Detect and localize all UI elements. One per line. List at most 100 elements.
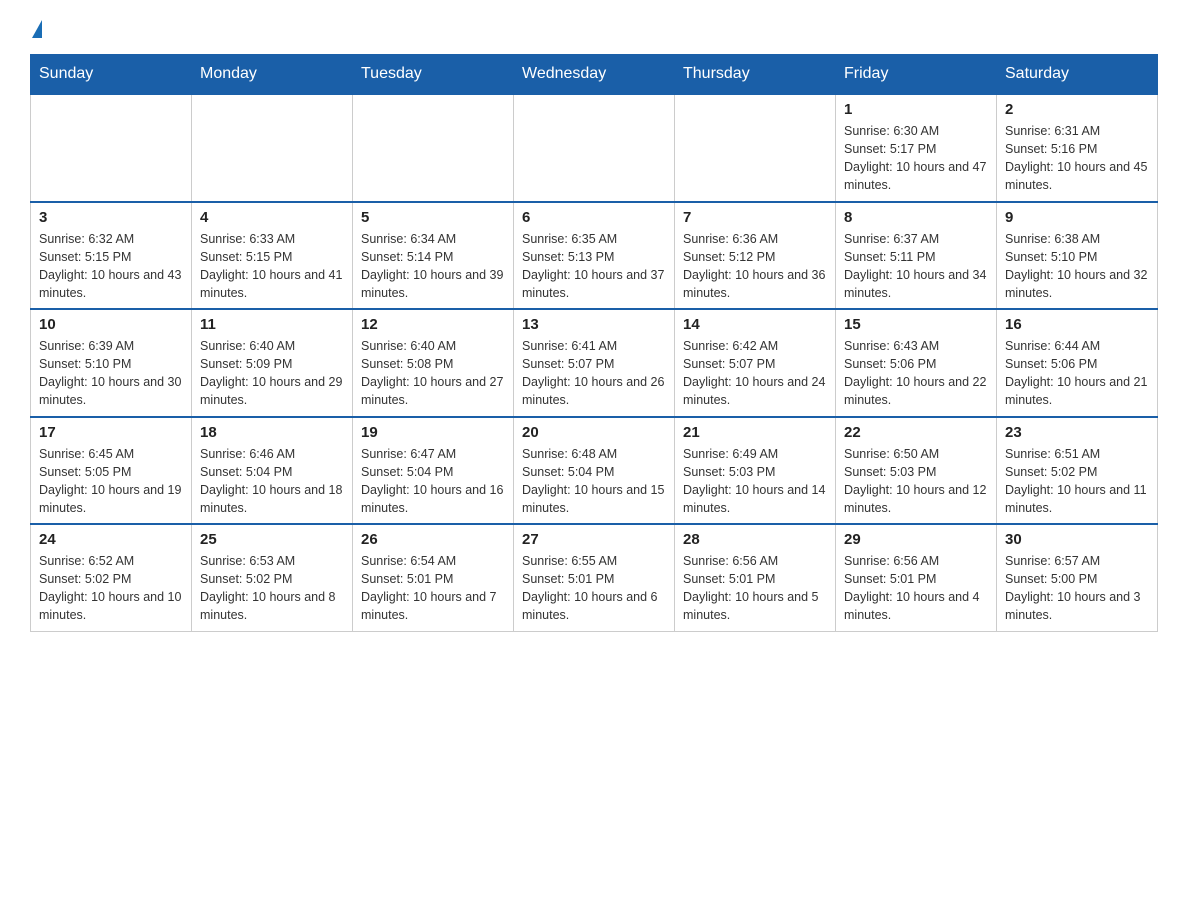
- calendar-cell: 12Sunrise: 6:40 AM Sunset: 5:08 PM Dayli…: [353, 309, 514, 417]
- day-info: Sunrise: 6:42 AM Sunset: 5:07 PM Dayligh…: [683, 337, 827, 410]
- day-info: Sunrise: 6:55 AM Sunset: 5:01 PM Dayligh…: [522, 552, 666, 625]
- calendar-cell: 2 Sunrise: 6:31 AM Sunset: 5:16 PM Daylig…: [997, 94, 1158, 202]
- day-info: Sunrise: 6:57 AM Sunset: 5:00 PM Dayligh…: [1005, 552, 1149, 625]
- day-number: 13: [522, 316, 666, 333]
- day-number: 18: [200, 424, 344, 441]
- day-info: Sunrise: 6:56 AM Sunset: 5:01 PM Dayligh…: [683, 552, 827, 625]
- day-info: Sunrise: 6:47 AM Sunset: 5:04 PM Dayligh…: [361, 445, 505, 518]
- day-info: Sunrise: 6:54 AM Sunset: 5:01 PM Dayligh…: [361, 552, 505, 625]
- column-header-tuesday: Tuesday: [353, 55, 514, 95]
- calendar-cell: 19 Sunrise: 6:47 AM Sunset: 5:04 PM Dayli…: [353, 417, 514, 525]
- calendar-cell: 16 Sunrise: 6:44 AM Sunset: 5:06 PM Dayli…: [997, 309, 1158, 417]
- day-info: Sunrise: 6:45 AM Sunset: 5:05 PM Dayligh…: [39, 445, 183, 518]
- calendar-cell: 17 Sunrise: 6:45 AM Sunset: 5:05 PM Dayli…: [31, 417, 192, 525]
- calendar-cell: 27 Sunrise: 6:55 AM Sunset: 5:01 PM Dayli…: [514, 524, 675, 631]
- day-number: 29: [844, 531, 988, 548]
- column-header-thursday: Thursday: [675, 55, 836, 95]
- day-number: 24: [39, 531, 183, 548]
- day-info: Sunrise: 6:30 AM Sunset: 5:17 PM Dayligh…: [844, 122, 988, 195]
- column-header-wednesday: Wednesday: [514, 55, 675, 95]
- calendar-cell: 22Sunrise: 6:50 AM Sunset: 5:03 PM Dayli…: [836, 417, 997, 525]
- day-number: 7: [683, 209, 827, 226]
- day-info: Sunrise: 6:53 AM Sunset: 5:02 PM Dayligh…: [200, 552, 344, 625]
- calendar-cell: [514, 94, 675, 202]
- day-info: Sunrise: 6:38 AM Sunset: 5:10 PM Dayligh…: [1005, 230, 1149, 303]
- column-header-sunday: Sunday: [31, 55, 192, 95]
- day-info: Sunrise: 6:35 AM Sunset: 5:13 PM Dayligh…: [522, 230, 666, 303]
- calendar-cell: 5 Sunrise: 6:34 AM Sunset: 5:14 PM Daylig…: [353, 202, 514, 310]
- day-info: Sunrise: 6:39 AM Sunset: 5:10 PM Dayligh…: [39, 337, 183, 410]
- day-info: Sunrise: 6:33 AM Sunset: 5:15 PM Dayligh…: [200, 230, 344, 303]
- day-info: Sunrise: 6:37 AM Sunset: 5:11 PM Dayligh…: [844, 230, 988, 303]
- day-number: 27: [522, 531, 666, 548]
- day-number: 11: [200, 316, 344, 333]
- day-info: Sunrise: 6:48 AM Sunset: 5:04 PM Dayligh…: [522, 445, 666, 518]
- day-number: 14: [683, 316, 827, 333]
- day-info: Sunrise: 6:51 AM Sunset: 5:02 PM Dayligh…: [1005, 445, 1149, 518]
- calendar-header-row: SundayMondayTuesdayWednesdayThursdayFrid…: [31, 55, 1158, 95]
- calendar-cell: [353, 94, 514, 202]
- day-number: 4: [200, 209, 344, 226]
- day-info: Sunrise: 6:31 AM Sunset: 5:16 PM Dayligh…: [1005, 122, 1149, 195]
- calendar-cell: 15 Sunrise: 6:43 AM Sunset: 5:06 PM Dayli…: [836, 309, 997, 417]
- calendar-cell: 10 Sunrise: 6:39 AM Sunset: 5:10 PM Dayli…: [31, 309, 192, 417]
- day-number: 6: [522, 209, 666, 226]
- day-info: Sunrise: 6:44 AM Sunset: 5:06 PM Dayligh…: [1005, 337, 1149, 410]
- day-number: 23: [1005, 424, 1149, 441]
- day-info: Sunrise: 6:40 AM Sunset: 5:09 PM Dayligh…: [200, 337, 344, 410]
- calendar-cell: 8 Sunrise: 6:37 AM Sunset: 5:11 PM Daylig…: [836, 202, 997, 310]
- calendar-cell: 14 Sunrise: 6:42 AM Sunset: 5:07 PM Dayli…: [675, 309, 836, 417]
- week-row-5: 24 Sunrise: 6:52 AM Sunset: 5:02 PM Dayli…: [31, 524, 1158, 631]
- column-header-friday: Friday: [836, 55, 997, 95]
- day-number: 20: [522, 424, 666, 441]
- calendar-cell: [31, 94, 192, 202]
- calendar-cell: 26Sunrise: 6:54 AM Sunset: 5:01 PM Dayli…: [353, 524, 514, 631]
- calendar-cell: 3Sunrise: 6:32 AM Sunset: 5:15 PM Daylig…: [31, 202, 192, 310]
- day-info: Sunrise: 6:52 AM Sunset: 5:02 PM Dayligh…: [39, 552, 183, 625]
- calendar-cell: 11 Sunrise: 6:40 AM Sunset: 5:09 PM Dayli…: [192, 309, 353, 417]
- day-number: 21: [683, 424, 827, 441]
- day-number: 17: [39, 424, 183, 441]
- day-info: Sunrise: 6:49 AM Sunset: 5:03 PM Dayligh…: [683, 445, 827, 518]
- day-number: 10: [39, 316, 183, 333]
- day-info: Sunrise: 6:46 AM Sunset: 5:04 PM Dayligh…: [200, 445, 344, 518]
- day-number: 12: [361, 316, 505, 333]
- day-info: Sunrise: 6:34 AM Sunset: 5:14 PM Dayligh…: [361, 230, 505, 303]
- calendar-cell: [675, 94, 836, 202]
- day-info: Sunrise: 6:43 AM Sunset: 5:06 PM Dayligh…: [844, 337, 988, 410]
- day-number: 19: [361, 424, 505, 441]
- day-info: Sunrise: 6:56 AM Sunset: 5:01 PM Dayligh…: [844, 552, 988, 625]
- day-info: Sunrise: 6:41 AM Sunset: 5:07 PM Dayligh…: [522, 337, 666, 410]
- day-number: 1: [844, 101, 988, 118]
- calendar-cell: 9 Sunrise: 6:38 AM Sunset: 5:10 PM Daylig…: [997, 202, 1158, 310]
- day-number: 3: [39, 209, 183, 226]
- day-number: 5: [361, 209, 505, 226]
- day-number: 8: [844, 209, 988, 226]
- calendar-cell: 21 Sunrise: 6:49 AM Sunset: 5:03 PM Dayli…: [675, 417, 836, 525]
- calendar-cell: 30Sunrise: 6:57 AM Sunset: 5:00 PM Dayli…: [997, 524, 1158, 631]
- calendar-cell: [192, 94, 353, 202]
- week-row-2: 3Sunrise: 6:32 AM Sunset: 5:15 PM Daylig…: [31, 202, 1158, 310]
- logo: [30, 20, 42, 34]
- column-header-monday: Monday: [192, 55, 353, 95]
- column-header-saturday: Saturday: [997, 55, 1158, 95]
- calendar-cell: 23 Sunrise: 6:51 AM Sunset: 5:02 PM Dayli…: [997, 417, 1158, 525]
- calendar-cell: 24 Sunrise: 6:52 AM Sunset: 5:02 PM Dayli…: [31, 524, 192, 631]
- day-number: 25: [200, 531, 344, 548]
- calendar-cell: 20 Sunrise: 6:48 AM Sunset: 5:04 PM Dayli…: [514, 417, 675, 525]
- week-row-4: 17 Sunrise: 6:45 AM Sunset: 5:05 PM Dayli…: [31, 417, 1158, 525]
- day-number: 28: [683, 531, 827, 548]
- calendar-cell: 4 Sunrise: 6:33 AM Sunset: 5:15 PM Daylig…: [192, 202, 353, 310]
- day-number: 2: [1005, 101, 1149, 118]
- calendar-cell: 1 Sunrise: 6:30 AM Sunset: 5:17 PM Daylig…: [836, 94, 997, 202]
- day-number: 15: [844, 316, 988, 333]
- week-row-3: 10 Sunrise: 6:39 AM Sunset: 5:10 PM Dayli…: [31, 309, 1158, 417]
- day-info: Sunrise: 6:36 AM Sunset: 5:12 PM Dayligh…: [683, 230, 827, 303]
- page-header: [30, 20, 1158, 34]
- day-info: Sunrise: 6:50 AM Sunset: 5:03 PM Dayligh…: [844, 445, 988, 518]
- calendar-cell: 6 Sunrise: 6:35 AM Sunset: 5:13 PM Daylig…: [514, 202, 675, 310]
- day-number: 9: [1005, 209, 1149, 226]
- week-row-1: 1 Sunrise: 6:30 AM Sunset: 5:17 PM Daylig…: [31, 94, 1158, 202]
- calendar-cell: 13 Sunrise: 6:41 AM Sunset: 5:07 PM Dayli…: [514, 309, 675, 417]
- day-number: 16: [1005, 316, 1149, 333]
